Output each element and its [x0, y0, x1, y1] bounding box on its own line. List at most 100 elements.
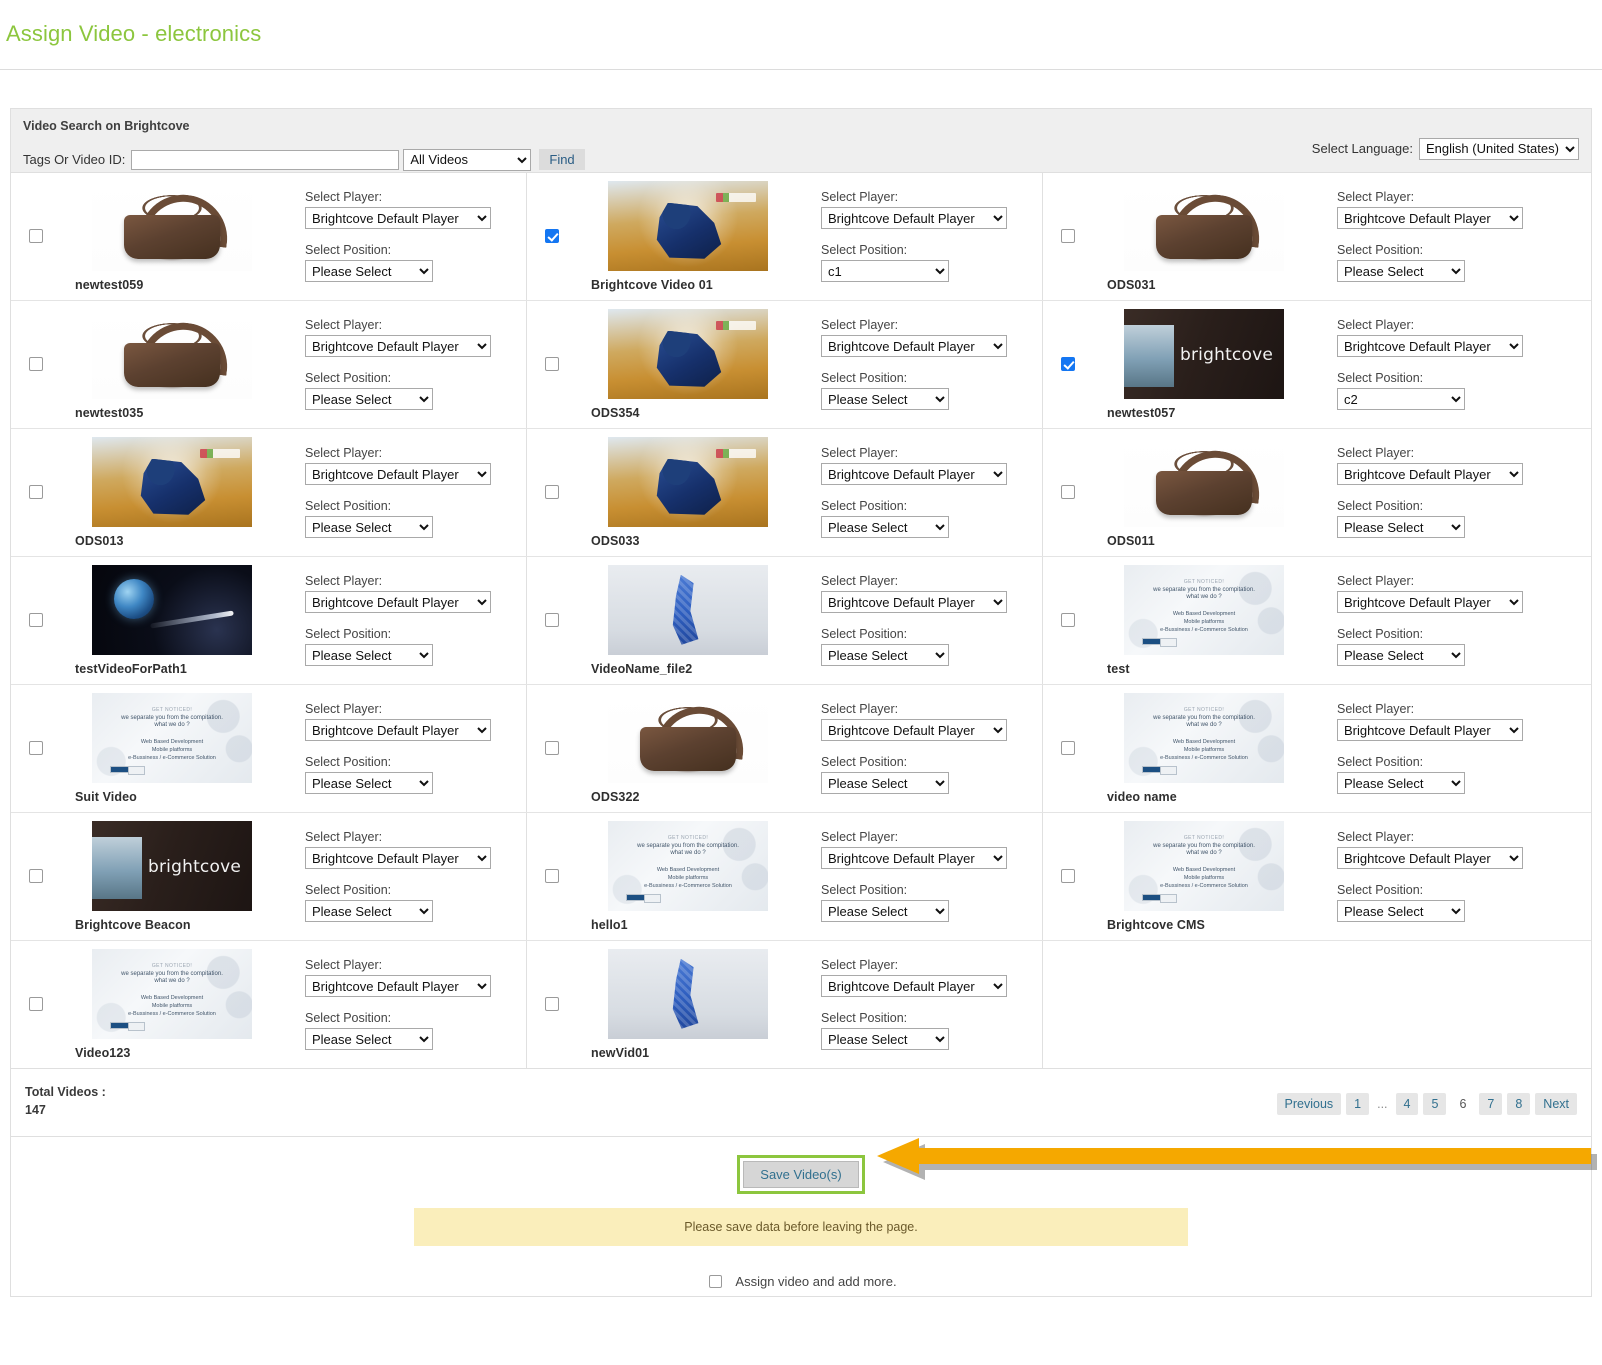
video-cell: GET NOTICED!we separate you from the com…	[1043, 813, 1591, 940]
select-position-dropdown[interactable]: Please Select	[1337, 900, 1465, 922]
pagination-8[interactable]: 8	[1507, 1093, 1530, 1115]
select-player-dropdown[interactable]: Brightcove Default Player	[1337, 207, 1523, 229]
video-thumbnail-cell: newVid01	[577, 949, 799, 1060]
select-position-dropdown[interactable]: Please Select	[821, 1028, 949, 1050]
select-player-dropdown[interactable]: Brightcove Default Player	[305, 719, 491, 741]
video-select-checkbox[interactable]	[1061, 869, 1075, 883]
video-select-checkbox[interactable]	[29, 357, 43, 371]
video-select-checkbox[interactable]	[545, 741, 559, 755]
video-select-checkbox[interactable]	[29, 229, 43, 243]
video-select-checkbox[interactable]	[1061, 741, 1075, 755]
video-checkbox-cell	[1043, 357, 1093, 371]
video-thumbnail-cell: VideoName_file2	[577, 565, 799, 676]
select-player-dropdown[interactable]: Brightcove Default Player	[1337, 335, 1523, 357]
select-position-dropdown[interactable]: Please Select	[305, 772, 433, 794]
video-name: newtest035	[75, 406, 143, 420]
pagination-next[interactable]: Next	[1535, 1093, 1577, 1115]
select-position-dropdown[interactable]: c1	[821, 260, 949, 282]
placeholder-line-3: Web Based DevelopmentMobile platformse-B…	[128, 995, 216, 1019]
select-player-dropdown[interactable]: Brightcove Default Player	[305, 207, 491, 229]
placeholder-line-2: we separate you from the compitation.wha…	[637, 843, 739, 858]
video-select-checkbox[interactable]	[1061, 357, 1075, 371]
video-thumbnail-cell: GET NOTICED!we separate you from the com…	[1093, 821, 1315, 932]
video-select-checkbox[interactable]	[29, 997, 43, 1011]
title-divider	[0, 69, 1602, 70]
select-position-dropdown[interactable]: Please Select	[1337, 772, 1465, 794]
select-position-dropdown[interactable]: Please Select	[305, 900, 433, 922]
select-position-dropdown[interactable]: Please Select	[1337, 644, 1465, 666]
select-player-dropdown[interactable]: Brightcove Default Player	[821, 207, 1007, 229]
select-position-label: Select Position:	[821, 627, 1042, 641]
select-position-dropdown[interactable]: Please Select	[821, 900, 949, 922]
video-options-cell: Select Player:Brightcove Default PlayerS…	[283, 574, 526, 666]
pagination-5[interactable]: 5	[1423, 1093, 1446, 1115]
video-checkbox-cell	[1043, 613, 1093, 627]
video-grid: newtest059Select Player:Brightcove Defau…	[10, 172, 1592, 1069]
video-select-checkbox[interactable]	[545, 997, 559, 1011]
select-player-dropdown[interactable]: Brightcove Default Player	[1337, 463, 1523, 485]
select-position-dropdown[interactable]: Please Select	[821, 772, 949, 794]
save-videos-button[interactable]: Save Video(s)	[743, 1161, 858, 1188]
select-position-dropdown[interactable]: Please Select	[1337, 260, 1465, 282]
video-select-checkbox[interactable]	[545, 485, 559, 499]
pagination-4[interactable]: 4	[1396, 1093, 1419, 1115]
video-select-checkbox[interactable]	[1061, 229, 1075, 243]
video-select-checkbox[interactable]	[545, 613, 559, 627]
placeholder-line-3: Web Based DevelopmentMobile platformse-B…	[128, 739, 216, 763]
select-player-dropdown[interactable]: Brightcove Default Player	[305, 975, 491, 997]
select-player-dropdown[interactable]: Brightcove Default Player	[821, 463, 1007, 485]
video-checkbox-cell	[11, 869, 61, 883]
select-player-dropdown[interactable]: Brightcove Default Player	[821, 847, 1007, 869]
video-select-checkbox[interactable]	[1061, 613, 1075, 627]
video-select-checkbox[interactable]	[545, 869, 559, 883]
video-select-checkbox[interactable]	[1061, 485, 1075, 499]
video-name: hello1	[591, 918, 628, 932]
select-position-dropdown[interactable]: Please Select	[821, 516, 949, 538]
pagination-previous[interactable]: Previous	[1277, 1093, 1342, 1115]
select-position-label: Select Position:	[821, 371, 1042, 385]
video-checkbox-cell	[11, 229, 61, 243]
video-cell: GET NOTICED!we separate you from the com…	[11, 941, 527, 1068]
video-select-checkbox[interactable]	[545, 357, 559, 371]
video-checkbox-cell	[1043, 741, 1093, 755]
select-position-dropdown[interactable]: Please Select	[305, 1028, 433, 1050]
video-checkbox-cell	[1043, 229, 1093, 243]
select-player-dropdown[interactable]: Brightcove Default Player	[1337, 719, 1523, 741]
select-position-dropdown[interactable]: Please Select	[305, 260, 433, 282]
language-select[interactable]: English (United States)	[1419, 138, 1579, 160]
select-position-dropdown[interactable]: Please Select	[821, 388, 949, 410]
select-player-label: Select Player:	[1337, 702, 1591, 716]
select-position-dropdown[interactable]: Please Select	[305, 388, 433, 410]
assign-video-add-more-checkbox[interactable]	[709, 1275, 722, 1288]
video-select-checkbox[interactable]	[545, 229, 559, 243]
select-player-dropdown[interactable]: Brightcove Default Player	[1337, 591, 1523, 613]
select-position-dropdown[interactable]: Please Select	[305, 644, 433, 666]
video-select-checkbox[interactable]	[29, 869, 43, 883]
video-grid-row: ODS013Select Player:Brightcove Default P…	[11, 429, 1591, 557]
select-position-dropdown[interactable]: Please Select	[1337, 516, 1465, 538]
select-position-dropdown[interactable]: Please Select	[821, 644, 949, 666]
video-select-checkbox[interactable]	[29, 741, 43, 755]
select-player-dropdown[interactable]: Brightcove Default Player	[821, 719, 1007, 741]
placeholder-thumbnail: GET NOTICED!we separate you from the com…	[92, 693, 252, 783]
find-button[interactable]: Find	[539, 149, 584, 170]
video-select-checkbox[interactable]	[29, 485, 43, 499]
select-player-dropdown[interactable]: Brightcove Default Player	[305, 335, 491, 357]
select-player-dropdown[interactable]: Brightcove Default Player	[1337, 847, 1523, 869]
select-player-label: Select Player:	[305, 190, 526, 204]
select-player-dropdown[interactable]: Brightcove Default Player	[821, 335, 1007, 357]
pagination-7[interactable]: 7	[1479, 1093, 1502, 1115]
select-player-dropdown[interactable]: Brightcove Default Player	[305, 591, 491, 613]
search-input[interactable]	[131, 150, 399, 170]
select-player-dropdown[interactable]: Brightcove Default Player	[305, 847, 491, 869]
select-position-label: Select Position:	[305, 1011, 526, 1025]
pagination-1[interactable]: 1	[1346, 1093, 1369, 1115]
video-scope-select[interactable]: All Videos	[403, 149, 531, 171]
select-player-dropdown[interactable]: Brightcove Default Player	[821, 975, 1007, 997]
select-position-dropdown[interactable]: Please Select	[305, 516, 433, 538]
select-position-dropdown[interactable]: c2	[1337, 388, 1465, 410]
select-player-dropdown[interactable]: Brightcove Default Player	[821, 591, 1007, 613]
video-select-checkbox[interactable]	[29, 613, 43, 627]
total-videos-count: 147	[25, 1101, 106, 1120]
select-player-dropdown[interactable]: Brightcove Default Player	[305, 463, 491, 485]
